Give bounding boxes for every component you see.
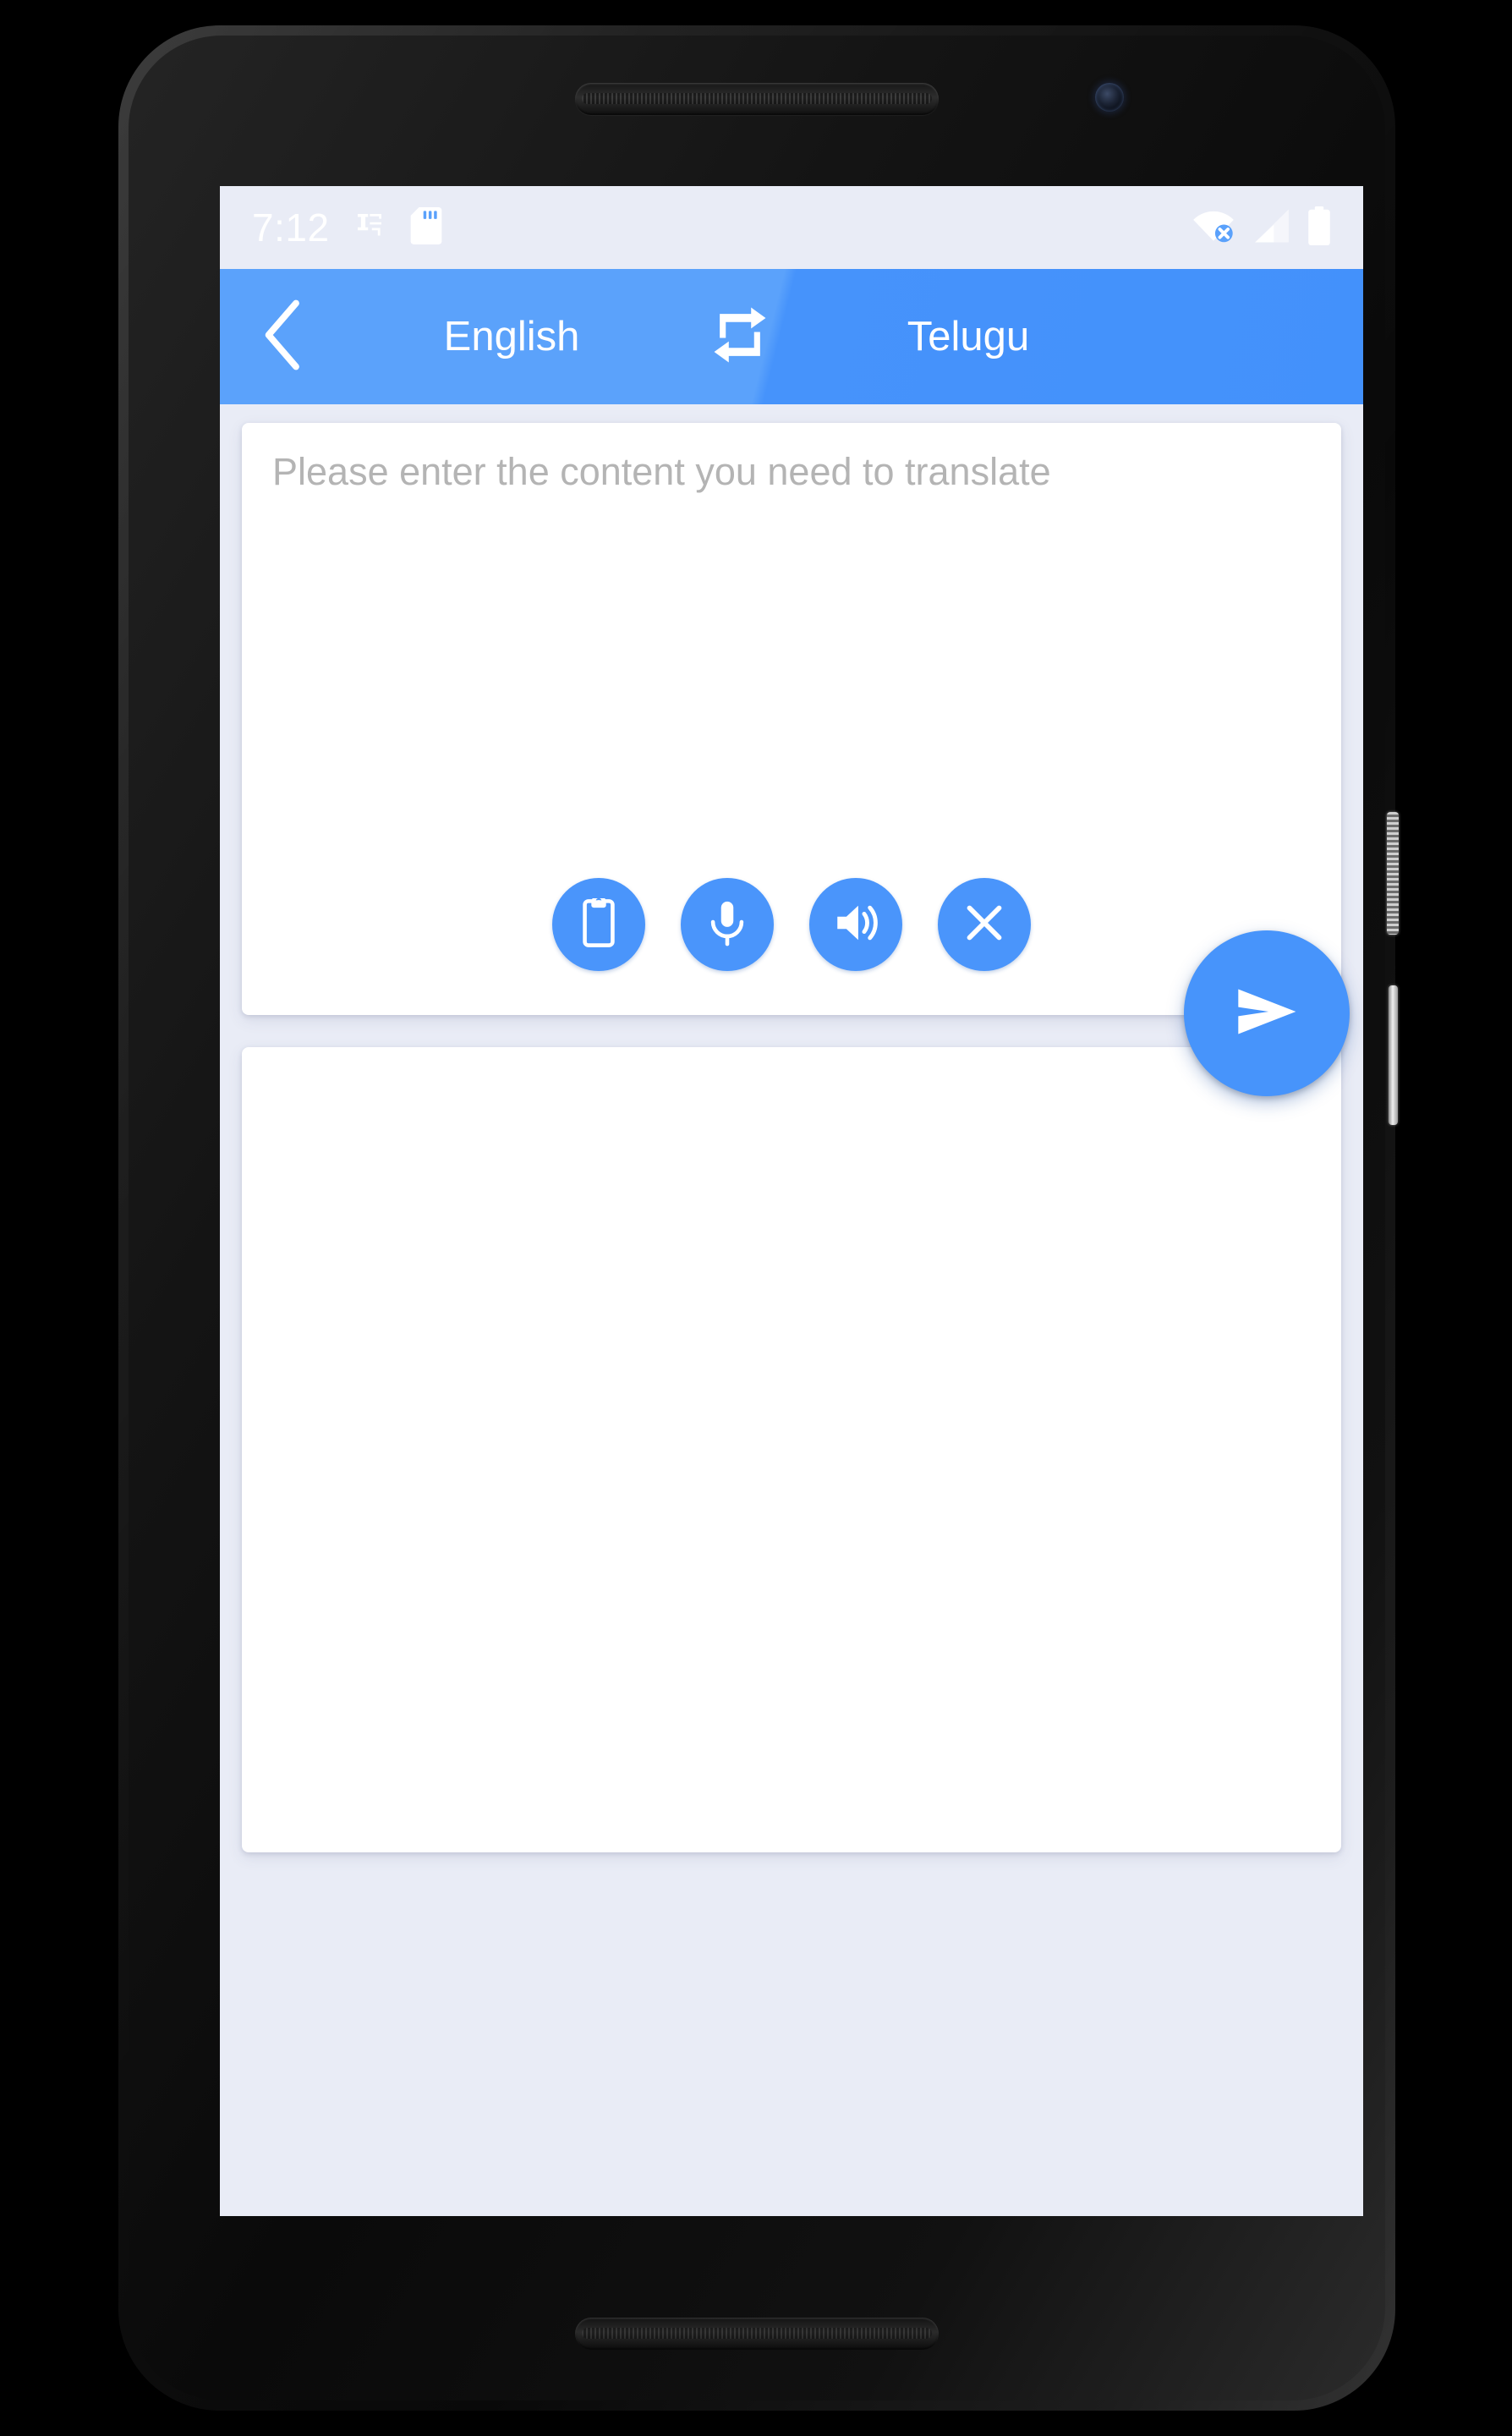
paste-button[interactable] [552,878,645,971]
speaker-icon [831,898,880,952]
clear-button[interactable] [938,878,1031,971]
source-text-card[interactable]: Please enter the content you need to tra… [242,423,1341,1015]
status-bar-right [1192,206,1363,250]
bottom-speaker-icon [575,2318,939,2350]
target-language-selector[interactable]: Telugu [803,313,1133,360]
cellular-signal-icon [1252,208,1290,248]
close-icon [961,899,1008,951]
earpiece-speaker-icon [575,83,939,115]
microphone-icon [703,898,752,952]
target-text-value [242,1047,1341,1108]
target-text-card[interactable] [242,1047,1341,1852]
back-chevron-icon [260,299,306,375]
sd-card-icon [409,206,443,249]
voice-input-button[interactable] [681,878,774,971]
power-button[interactable] [1389,985,1398,1125]
send-icon [1230,975,1303,1052]
phone-screen: 7:12 English Telugu Please enter the con… [220,186,1363,2216]
front-camera-icon [1095,83,1124,112]
app-bar: English Telugu [220,269,1363,404]
source-language-selector[interactable]: English [347,313,677,360]
send-button[interactable] [1184,930,1350,1096]
status-bar-left: 7:12 [220,206,443,250]
input-method-icon [352,208,387,248]
wifi-disconnected-icon [1192,209,1235,247]
translate-content: Please enter the content you need to tra… [220,404,1363,2216]
clipboard-icon [574,893,623,952]
status-bar: 7:12 [220,186,1363,269]
source-text-placeholder: Please enter the content you need to tra… [272,450,1051,493]
swap-icon [712,307,768,367]
speak-button[interactable] [809,878,902,971]
status-clock: 7:12 [252,206,330,250]
battery-full-icon [1307,206,1331,250]
volume-rocker-button[interactable] [1387,812,1399,935]
source-tool-row [242,878,1341,971]
back-button[interactable] [220,269,347,404]
swap-languages-button[interactable] [677,269,803,404]
phone-device: 7:12 English Telugu Please enter the con… [118,25,1399,2411]
